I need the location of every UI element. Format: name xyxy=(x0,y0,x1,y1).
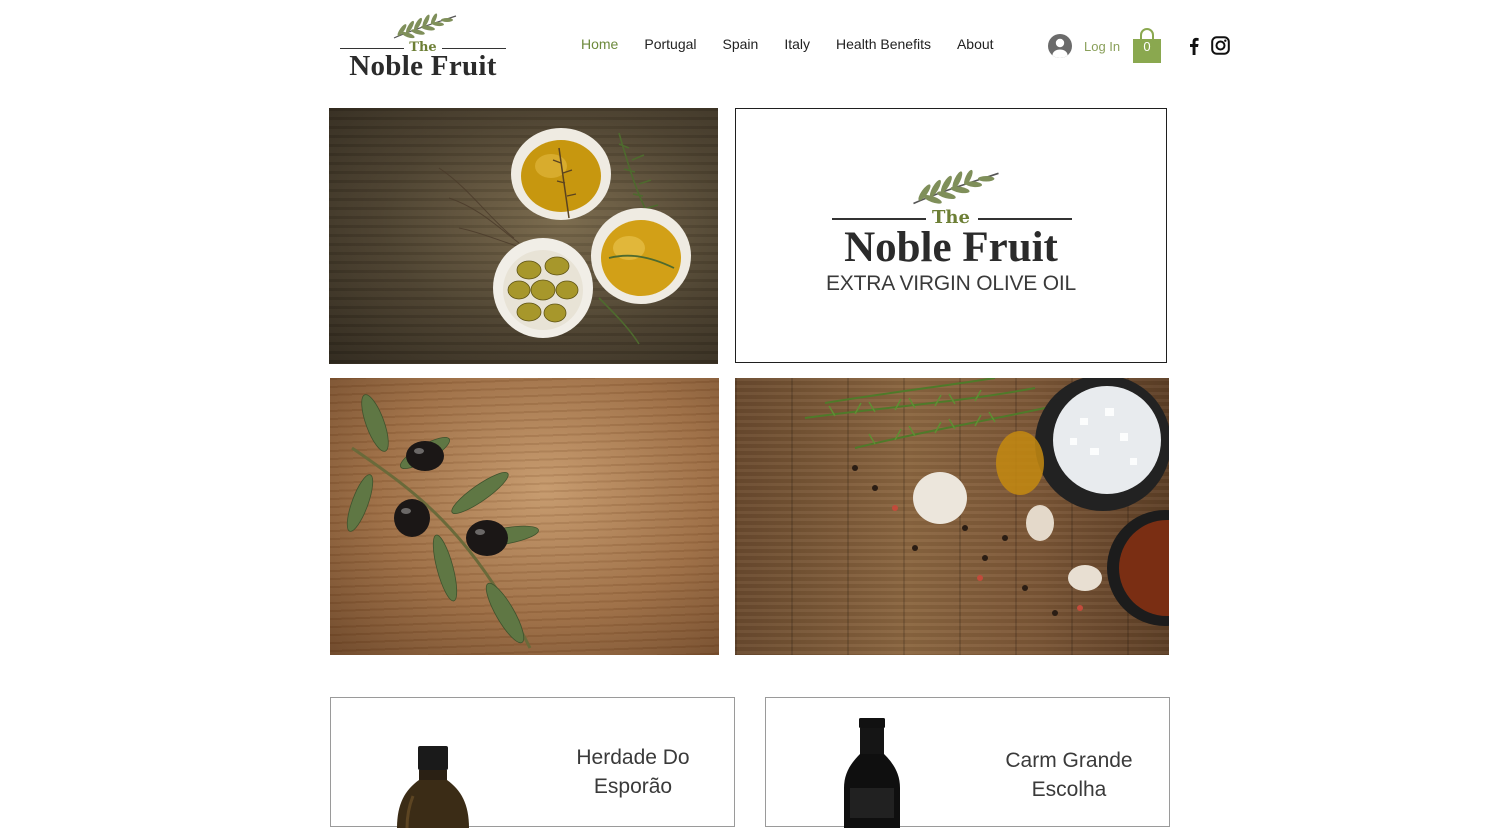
nav-item-spain[interactable]: Spain xyxy=(710,36,772,56)
product-title: Herdade Do Esporão xyxy=(563,743,703,801)
product-title-line-1: Carm Grande xyxy=(1005,749,1133,772)
tile-logo-subtitle: EXTRA VIRGIN OLIVE OIL xyxy=(825,272,1076,295)
herbs-spices-image[interactable] xyxy=(735,378,1169,655)
login-label: Log In xyxy=(1084,38,1121,54)
tile-logo-name: Noble Fruit xyxy=(844,224,1058,271)
nav-item-health-benefits[interactable]: Health Benefits xyxy=(823,36,944,56)
cart-count: 0 xyxy=(1143,39,1151,54)
instagram-icon[interactable] xyxy=(1211,36,1230,55)
user-avatar-icon xyxy=(1048,34,1072,58)
facebook-icon[interactable] xyxy=(1186,36,1202,56)
logo-name: Noble Fruit xyxy=(349,50,497,82)
olive-oil-bottle-icon xyxy=(844,718,900,828)
product-title-line-2: Escolha xyxy=(1031,778,1107,801)
olive-branch-icon xyxy=(913,169,999,205)
olive-branch-image[interactable] xyxy=(330,378,719,655)
product-title-line-2: Esporão xyxy=(593,775,673,798)
product-title-line-1: Herdade Do xyxy=(576,746,690,769)
brand-logo-tile: The Noble Fruit EXTRA VIRGIN OLIVE OIL xyxy=(735,108,1167,363)
olive-oil-bowls-art xyxy=(438,128,691,345)
product-title: Carm Grande Escolha xyxy=(996,746,1142,804)
herbs-spices-art xyxy=(804,378,1169,626)
product-card[interactable]: Carm Grande Escolha xyxy=(765,697,1170,828)
site-logo[interactable]: The Noble Fruit xyxy=(338,10,508,85)
main-nav: Home Portugal Spain Italy Health Benefit… xyxy=(568,36,1007,56)
nav-item-home[interactable]: Home xyxy=(568,36,631,56)
product-card[interactable]: Herdade Do Esporão xyxy=(330,697,735,828)
olive-oil-bowls-image[interactable] xyxy=(329,108,718,364)
olive-branch-icon xyxy=(393,13,457,39)
olive-branch-art xyxy=(346,394,539,649)
nav-item-italy[interactable]: Italy xyxy=(771,36,823,56)
nav-item-portugal[interactable]: Portugal xyxy=(631,36,709,56)
nav-item-about[interactable]: About xyxy=(944,36,1007,56)
olive-oil-bottle-icon xyxy=(397,746,469,828)
cart-button[interactable]: 0 xyxy=(1131,28,1163,64)
login-button[interactable]: Log In xyxy=(1048,34,1120,58)
